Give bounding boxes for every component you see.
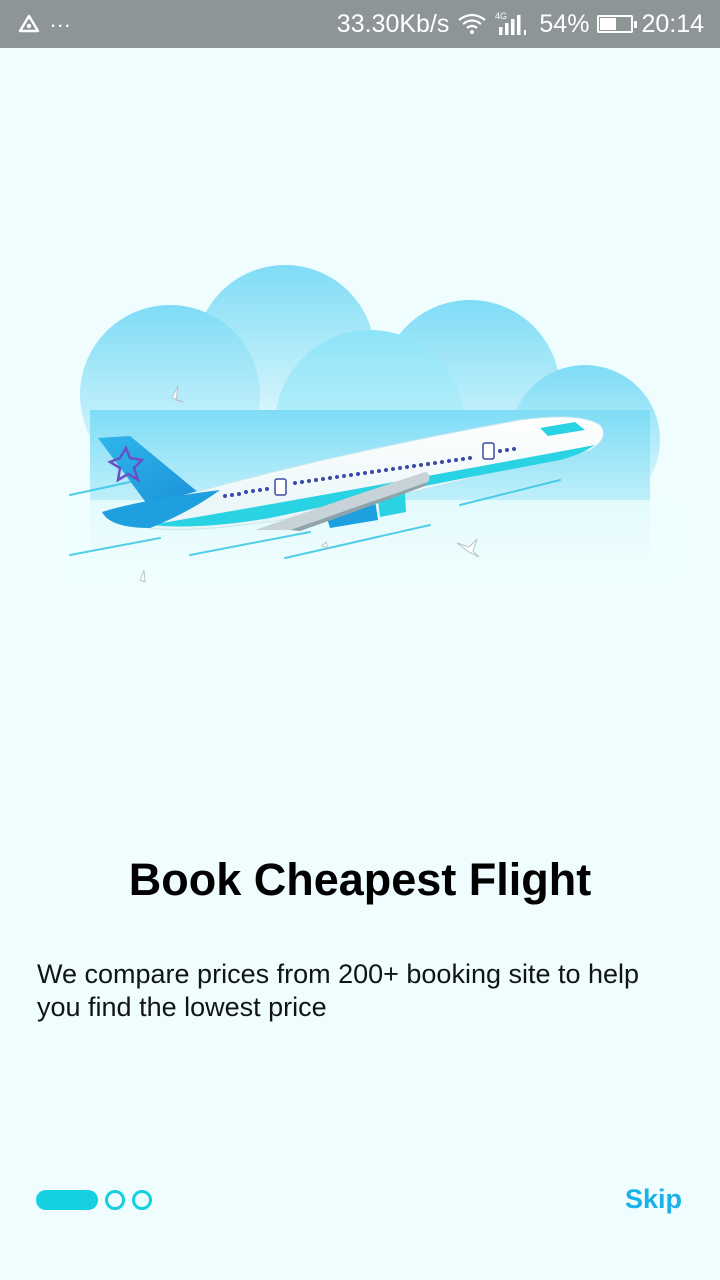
network-speed: 33.30Kb/s <box>336 9 450 38</box>
battery-level-fill <box>600 18 616 30</box>
cellular-signal-icon: 4G <box>495 11 529 37</box>
page-indicator-dot[interactable] <box>132 1190 152 1210</box>
clock: 20:14 <box>641 9 704 38</box>
battery-percent: 54% <box>539 9 590 38</box>
onboarding-title: Book Cheapest Flight <box>128 854 592 905</box>
page-indicator[interactable] <box>36 1190 152 1210</box>
page-indicator-dot[interactable] <box>105 1190 125 1210</box>
app-notification-icon <box>18 14 40 34</box>
skip-button[interactable]: Skip <box>625 1184 682 1215</box>
onboarding-description: We compare prices from 200+ booking site… <box>37 959 640 1022</box>
notification-overflow: ... <box>50 7 72 32</box>
battery-icon <box>597 15 638 33</box>
network-type-label: 4G <box>495 11 507 21</box>
status-bar: ... 33.30Kb/s 4G 54% 20:14 <box>0 0 720 48</box>
page-indicator-active-dot[interactable] <box>36 1190 98 1210</box>
airplane-in-clouds-illustration <box>60 265 680 583</box>
status-left: ... <box>18 7 71 34</box>
wifi-icon <box>457 12 487 36</box>
status-right: 33.30Kb/s 4G 54% 20:14 <box>337 10 704 39</box>
